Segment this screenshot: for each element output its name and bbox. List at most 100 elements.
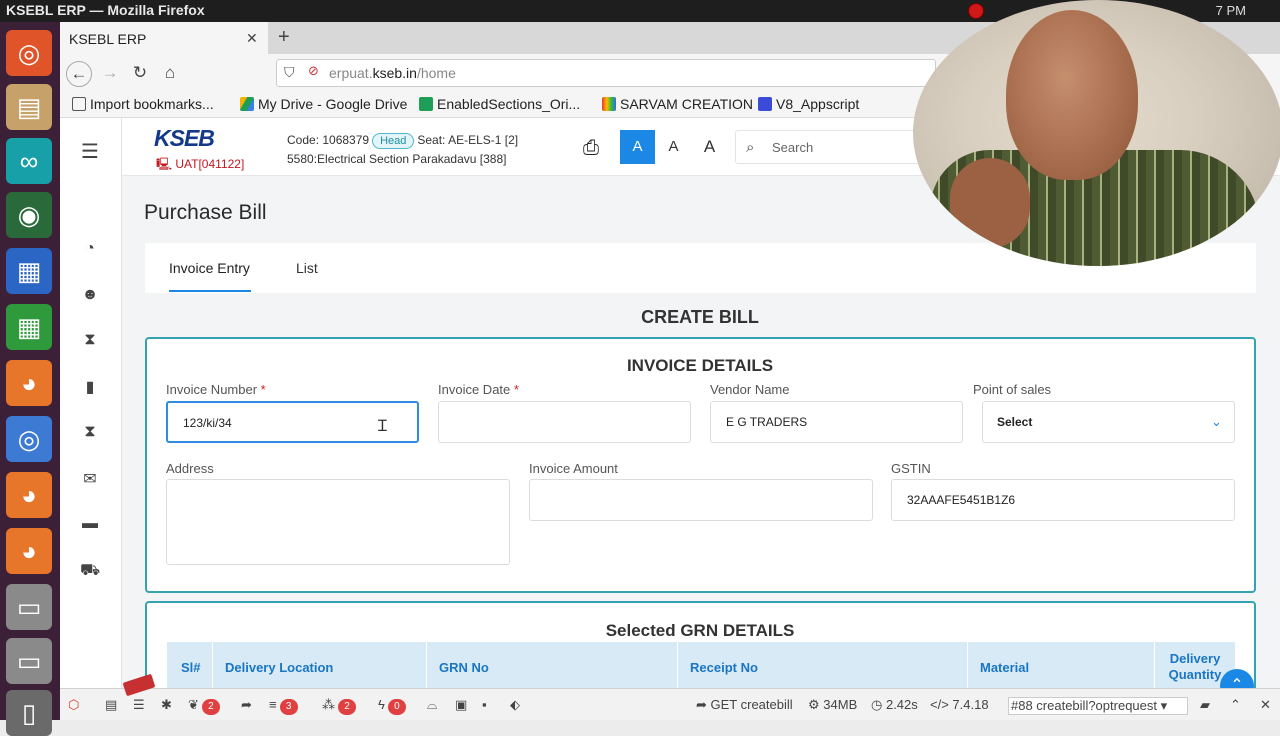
font-size-large-button[interactable]: A [692,130,727,164]
invoice-date-field[interactable] [438,401,691,443]
presenter-hand [950,158,1030,248]
close-debugbar-icon[interactable]: ✕ [1260,697,1271,713]
arduino-icon[interactable]: ∞ [6,138,52,184]
bookmark-import[interactable]: Import bookmarks... [72,96,214,112]
home-icon[interactable]: ⌂ [157,61,183,87]
firefox-icon-2[interactable]: ◕ [6,472,52,518]
time-item: ◷ 2.42s [871,697,918,712]
reload-icon[interactable]: ↻ [127,61,153,87]
disk-drive-icon[interactable]: ▭ [6,584,52,630]
section-line: 5580:Electrical Section Parakadavu [388] [287,152,507,166]
gate-icon[interactable]: ▣ [455,697,467,713]
vendor-name-field[interactable]: E G TRADERS [710,401,963,443]
route-share-icon[interactable]: ➦ [241,697,252,713]
url-prefix: erpuat. [329,65,373,81]
views-leaf-icon[interactable]: ❦ 2 [188,697,220,715]
bookmark-appscript[interactable]: V8_Appscript [758,96,859,112]
money-icon[interactable]: ▬ [80,515,100,533]
appscript-icon [758,97,772,111]
address-label: Address [166,461,214,476]
request-item[interactable]: ➦ GET createbill [696,697,793,713]
book-icon[interactable]: ▮ [80,377,100,397]
dashboard-gauge-icon[interactable]: ◔ [80,240,100,258]
request-history-select[interactable]: #88 createbill?optrequest ▾ [1008,697,1188,715]
exceptions-bug-icon[interactable]: ✱ [161,697,172,713]
globe-icon[interactable]: ◉ [6,192,52,238]
search-input[interactable]: Search [735,130,935,164]
bookmark-sarvam[interactable]: SARVAM CREATION [602,96,753,112]
events-bolt-icon[interactable]: ϟ0 [378,697,406,715]
chevron-down-icon[interactable]: ⌄ [1211,414,1222,430]
browser-tab[interactable]: KSEBL ERP [60,22,268,54]
column-divider [212,642,213,688]
file-cabinet-icon[interactable]: ▤ [6,84,52,130]
calc-spreadsheet-icon[interactable]: ▦ [6,304,52,350]
trash-icon[interactable]: ▯ [6,690,52,736]
messages-icon[interactable]: ▤ [105,697,117,713]
url-host: kseb.in [372,65,417,81]
kseb-logo: KSEB [154,125,215,151]
writer-document-icon[interactable]: ▦ [6,248,52,294]
laravel-logo-icon[interactable]: ⬡ [68,697,79,713]
truck-icon[interactable]: ⛟ [80,561,100,581]
firefox-icon[interactable]: ◕ [6,360,52,406]
new-tab-icon[interactable]: + [278,26,290,49]
bookmark-sections[interactable]: EnabledSections_Ori... [419,96,580,112]
maximize-chevron-icon[interactable]: ⌃ [1230,697,1241,713]
col-delivery-quantity: Delivery Quantity [1168,651,1222,682]
hamburger-menu-icon[interactable]: ☰ [80,139,100,164]
tags-icon[interactable]: ⬖ [510,697,520,713]
invoice-amount-field[interactable] [529,479,873,521]
disk-drive-icon-2[interactable]: ▭ [6,638,52,684]
import-icon [72,97,86,111]
models-cubes-icon[interactable]: ⁂ 2 [322,697,356,715]
invoice-date-label: Invoice Date * [438,382,519,397]
queries-database-icon[interactable]: ≡ 3 [269,697,298,715]
gstin-field[interactable]: 32AAAFE5451B1Z6 [891,479,1235,521]
col-sl: Sl# [181,660,201,675]
mail-inbox-icon[interactable]: ⌓ [427,697,437,713]
session-archive-icon[interactable]: ▪ [482,697,487,712]
tab-list[interactable]: List [296,260,318,276]
chrome-icon[interactable]: ◎ [6,416,52,462]
column-divider [967,642,968,688]
create-bill-heading: CREATE BILL [641,307,759,327]
open-folder-icon[interactable]: ▰ [1200,697,1210,713]
col-grn-no: GRN No [439,660,489,675]
shield-icon[interactable]: ⛉ [284,64,295,81]
url-bar[interactable]: erpuat.kseb.in/home [276,59,936,87]
tab-invoice-entry[interactable]: Invoice Entry [169,260,250,276]
head-badge: Head [372,133,415,149]
hourglass-icon[interactable]: ⧗ [80,331,100,349]
print-icon[interactable]: ⎙ [583,137,599,160]
firefox-icon-3[interactable]: ◕ [6,528,52,574]
hourglass-icon-2[interactable]: ⧗ [80,423,100,441]
record-indicator-icon [968,3,984,19]
insecure-lock-icon[interactable]: ⊘ [308,63,319,79]
bookmark-drive[interactable]: My Drive - Google Drive [240,96,407,112]
users-icon[interactable]: ☻ [80,286,100,304]
app-sidebar [60,118,122,688]
close-tab-icon[interactable]: ✕ [246,30,258,47]
address-textarea[interactable] [166,479,510,565]
presenter-face [1006,10,1138,180]
os-clock: 7 PM [1215,3,1246,18]
memory-item: ⚙ 34MB [808,697,858,712]
sheets-icon [419,97,433,111]
column-divider [677,642,678,688]
timeline-icon[interactable]: ☰ [133,697,145,713]
column-divider [1154,642,1155,688]
php-version-item: </> 7.4.18 [930,697,989,712]
vendor-name-label: Vendor Name [710,382,790,397]
invoice-details-heading: INVOICE DETAILS [626,356,774,375]
col-delivery-location: Delivery Location [225,660,334,675]
gstin-label: GSTIN [891,461,931,476]
forward-arrow-icon[interactable]: → [97,61,123,87]
back-arrow-icon[interactable]: ← [66,61,92,87]
search-icon: ⌕ [746,139,755,156]
ubuntu-logo-icon[interactable]: ◎ [6,30,52,76]
font-size-small-button[interactable]: A [620,130,655,164]
envelope-open-icon[interactable]: ✉ [80,469,100,489]
point-of-sales-select[interactable]: Select [982,401,1235,443]
font-size-medium-button[interactable]: A [656,130,691,164]
